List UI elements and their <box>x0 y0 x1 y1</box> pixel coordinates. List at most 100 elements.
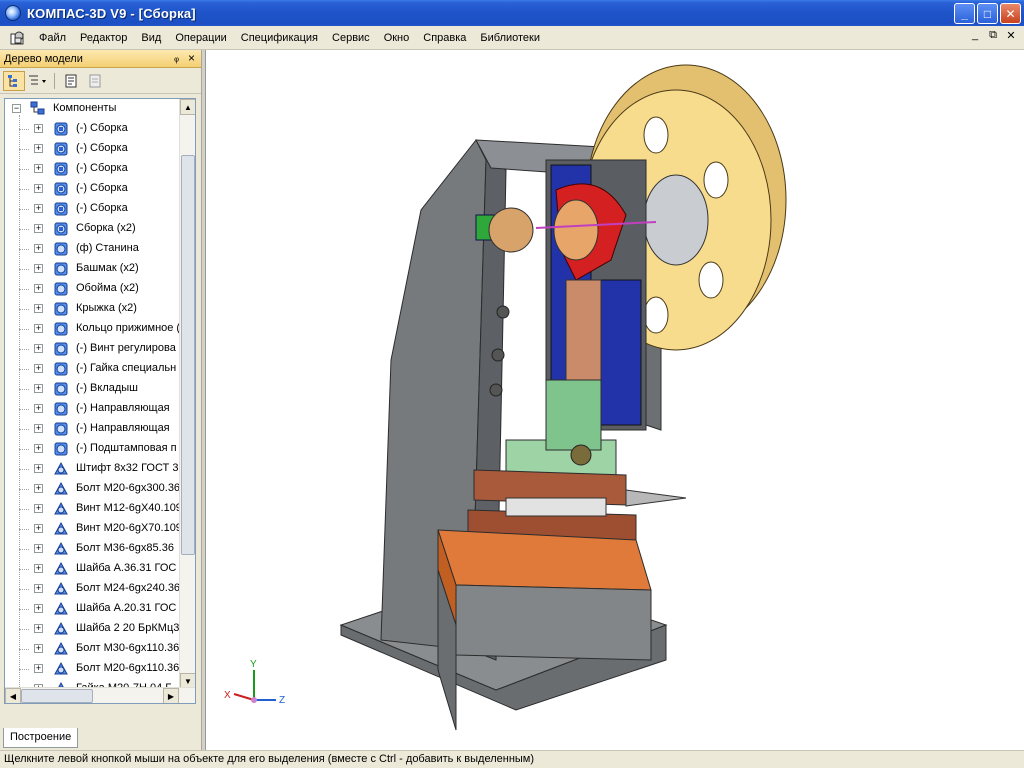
tree-item[interactable]: + (-) Сборка <box>5 119 179 139</box>
expand-toggle[interactable]: + <box>34 464 43 473</box>
expand-toggle[interactable]: + <box>34 484 43 493</box>
expand-toggle[interactable]: + <box>34 544 43 553</box>
press-3d-model[interactable]: Y X Z <box>206 50 1024 750</box>
expand-toggle[interactable]: + <box>34 124 43 133</box>
expand-toggle[interactable]: + <box>34 424 43 433</box>
tree-item-label: (-) Винт регулирова <box>76 342 176 354</box>
document-icon[interactable] <box>10 30 28 46</box>
standard-part-icon <box>52 500 70 518</box>
menu-service[interactable]: Сервис <box>325 28 377 48</box>
tree-item[interactable]: + Болт M36-6gx85.36 <box>5 539 179 559</box>
tree-item[interactable]: + Винт M12-6gX40.109 <box>5 499 182 519</box>
tree-item[interactable]: + Болт M24-6gx240.36 <box>5 579 180 599</box>
expand-toggle[interactable]: + <box>34 624 43 633</box>
menu-window[interactable]: Окно <box>377 28 417 48</box>
tree-item[interactable]: + Кольцо прижимное ( <box>5 319 180 339</box>
expand-toggle[interactable]: + <box>34 524 43 533</box>
doc-minimize-button[interactable]: _ <box>968 29 982 42</box>
menu-libraries[interactable]: Библиотеки <box>473 28 547 48</box>
expand-toggle[interactable]: + <box>34 344 43 353</box>
panel-close-button[interactable]: × <box>188 51 195 65</box>
tree-structure-button[interactable] <box>3 70 25 91</box>
expand-toggle[interactable]: + <box>34 324 43 333</box>
tab-build[interactable]: Построение <box>3 728 79 748</box>
part-icon <box>52 400 70 418</box>
tree-item[interactable]: + (-) Направляющая <box>5 399 179 419</box>
tree-item[interactable]: + Крыжка (x2) <box>5 299 179 319</box>
scroll-up-button[interactable]: ▲ <box>180 99 195 115</box>
tree-vertical-scrollbar[interactable]: ▲ ▼ <box>179 99 195 689</box>
properties-button[interactable] <box>60 71 82 91</box>
expand-toggle[interactable]: + <box>34 404 43 413</box>
tree-item[interactable]: + (-) Сборка <box>5 179 179 199</box>
tree-item[interactable]: + (-) Подштамповая п <box>5 439 179 459</box>
tree-item[interactable]: + (-) Гайка специальн <box>5 359 179 379</box>
expand-toggle[interactable]: + <box>34 584 43 593</box>
close-button[interactable]: ✕ <box>1000 3 1021 24</box>
expand-toggle[interactable]: + <box>34 304 43 313</box>
expand-toggle[interactable]: + <box>34 224 43 233</box>
minimize-button[interactable]: _ <box>954 3 975 24</box>
standard-part-icon <box>52 560 70 578</box>
pin-icon[interactable]: ᵩ <box>174 52 179 64</box>
expand-toggle[interactable]: + <box>34 244 43 253</box>
export-button[interactable] <box>84 71 106 91</box>
expand-toggle[interactable]: + <box>34 664 43 673</box>
expand-toggle[interactable]: + <box>34 384 43 393</box>
tree-item[interactable]: + Шайба 2 20 БрКМц3 <box>5 619 179 639</box>
tree-item[interactable]: + Обойма (x2) <box>5 279 179 299</box>
standard-part-icon <box>52 600 70 618</box>
model-viewport[interactable]: Y X Z <box>205 50 1024 750</box>
tree-item[interactable]: + (-) Сборка <box>5 199 179 219</box>
expand-toggle[interactable]: + <box>34 144 43 153</box>
tree-item[interactable]: + Болт M30-6gx110.36 <box>5 639 179 659</box>
collapse-toggle[interactable]: − <box>12 104 21 113</box>
tree-view-options-button[interactable] <box>27 71 49 91</box>
tree-item[interactable]: + Болт M20-6gx110.36 <box>5 659 179 679</box>
menu-file[interactable]: Файл <box>32 28 73 48</box>
tree-root-row[interactable]: − Компоненты <box>5 99 179 119</box>
tree-item[interactable]: + (-) Сборка <box>5 159 179 179</box>
tree-item[interactable]: + (ф) Станина <box>5 239 179 259</box>
expand-toggle[interactable]: + <box>34 204 43 213</box>
tree-item[interactable]: + (-) Винт регулирова <box>5 339 179 359</box>
tree-item[interactable]: + Винт M20-6gX70.109 <box>5 519 182 539</box>
menu-operations[interactable]: Операции <box>168 28 233 48</box>
tree-item-label: Башмак (x2) <box>76 262 139 274</box>
hscroll-thumb[interactable] <box>21 689 93 703</box>
tree-item[interactable]: + Штифт 8x32 ГОСТ 3 <box>5 459 179 479</box>
tree-item[interactable]: + Шайба А.36.31 ГОС <box>5 559 179 579</box>
doc-restore-button[interactable]: ⧉ <box>986 29 1000 42</box>
expand-toggle[interactable]: + <box>34 264 43 273</box>
expand-toggle[interactable]: + <box>34 644 43 653</box>
tree-item[interactable]: + (-) Направляющая <box>5 419 179 439</box>
scroll-left-button[interactable]: ◀ <box>5 688 21 703</box>
expand-toggle[interactable]: + <box>34 364 43 373</box>
expand-toggle[interactable]: + <box>34 284 43 293</box>
doc-close-button[interactable]: ✕ <box>1004 29 1018 42</box>
expand-toggle[interactable]: + <box>34 184 43 193</box>
scroll-right-button[interactable]: ▶ <box>163 688 179 703</box>
expand-toggle[interactable]: + <box>34 444 43 453</box>
tree-item[interactable]: + Болт M20-6gx300.36 <box>5 479 180 499</box>
expand-toggle[interactable]: + <box>34 164 43 173</box>
status-bar: Щелкните левой кнопкой мыши на объекте д… <box>0 750 1024 768</box>
tree-item[interactable]: + (-) Вкладыш <box>5 379 179 399</box>
expand-toggle[interactable]: + <box>34 564 43 573</box>
tree-item[interactable]: + Башмак (x2) <box>5 259 179 279</box>
menu-editor[interactable]: Редактор <box>73 28 134 48</box>
maximize-button[interactable]: □ <box>977 3 998 24</box>
menu-help[interactable]: Справка <box>416 28 473 48</box>
kompas-app-icon[interactable] <box>5 5 21 21</box>
model-tree[interactable]: − Компоненты + (-) Сборка + (-) Сборка + (-) … <box>4 98 196 704</box>
menu-specification[interactable]: Спецификация <box>234 28 325 48</box>
scroll-thumb[interactable] <box>181 155 195 555</box>
expand-toggle[interactable]: + <box>34 504 43 513</box>
tree-item[interactable]: + Шайба А.20.31 ГОС <box>5 599 179 619</box>
tree-item[interactable]: + (-) Сборка <box>5 139 179 159</box>
tree-item[interactable]: + Сборка (x2) <box>5 219 179 239</box>
tree-horizontal-scrollbar[interactable]: ◀ ▶ <box>5 687 195 703</box>
expand-toggle[interactable]: + <box>34 604 43 613</box>
menu-view[interactable]: Вид <box>134 28 168 48</box>
tree-item-label: (-) Направляющая <box>76 402 170 414</box>
